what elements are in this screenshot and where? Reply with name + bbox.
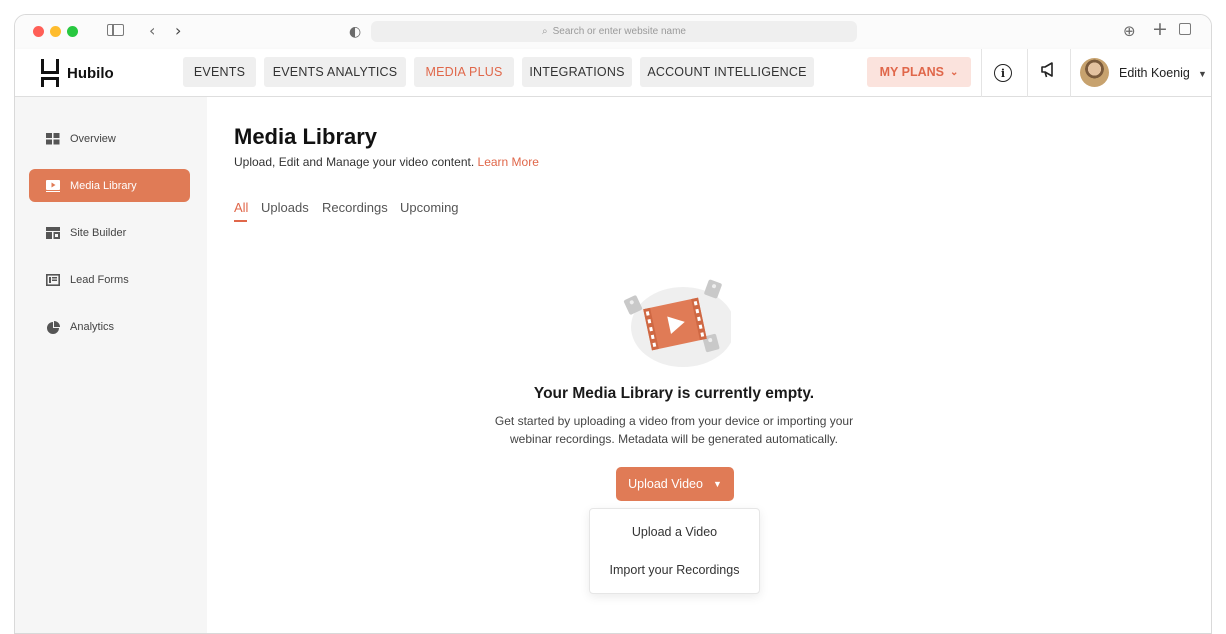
tab-uploads[interactable]: Uploads	[261, 200, 309, 215]
sidebar-item-media-library[interactable]: Media Library	[29, 169, 190, 202]
divider	[1070, 49, 1071, 97]
caret-down-icon: ▼	[712, 479, 722, 489]
sidebar-item-overview[interactable]: Overview	[29, 122, 190, 155]
tab-overview-icon[interactable]	[1179, 23, 1191, 35]
menu-item-import-recordings[interactable]: Import your Recordings	[590, 563, 759, 577]
caret-down-icon[interactable]: ▼	[1198, 69, 1207, 79]
my-plans-button[interactable]: MY PLANS ⌄	[867, 57, 971, 87]
empty-state-title: Your Media Library is currently empty.	[533, 385, 815, 402]
sidebar-item-lead-forms[interactable]: Lead Forms	[29, 263, 190, 296]
page-title: Media Library	[234, 124, 378, 149]
grid-icon	[46, 132, 60, 145]
zoom-window-button[interactable]	[67, 26, 78, 37]
empty-state-description-line: Get started by uploading a video from yo…	[494, 414, 854, 428]
tab-recordings[interactable]: Recordings	[322, 200, 388, 215]
upload-video-label: Upload Video	[628, 477, 703, 491]
search-icon: ⌕	[541, 26, 548, 37]
sidebar-item-label: Overview	[70, 132, 116, 145]
brand-logo[interactable]: Hubilo	[41, 59, 114, 87]
chevron-down-icon: ⌄	[949, 66, 959, 78]
nav-integrations[interactable]: INTEGRATIONS	[522, 57, 632, 87]
tab-all[interactable]: All	[234, 200, 248, 215]
avatar[interactable]	[1080, 58, 1109, 87]
menu-item-upload-a-video[interactable]: Upload a Video	[590, 525, 759, 539]
sidebar-toggle-icon[interactable]	[107, 24, 124, 36]
nav-events-analytics[interactable]: EVENTS ANALYTICS	[264, 57, 406, 87]
sidebar-item-label: Analytics	[70, 320, 115, 333]
divider	[1027, 49, 1028, 97]
info-icon[interactable]: i	[994, 64, 1012, 82]
megaphone-icon[interactable]	[1039, 61, 1057, 84]
left-sidebar: Overview Media Library Site Builder Lead…	[15, 97, 207, 633]
layout-icon	[46, 226, 60, 239]
pie-chart-icon	[46, 320, 60, 334]
brand-name: Hubilo	[67, 64, 114, 82]
sidebar-item-analytics[interactable]: Analytics	[29, 310, 190, 343]
learn-more-link[interactable]: Learn More	[478, 155, 539, 169]
upload-options-menu: Upload a Video Import your Recordings	[589, 508, 760, 594]
minimize-window-button[interactable]	[50, 26, 61, 37]
nav-account-intelligence[interactable]: ACCOUNT INTELLIGENCE	[640, 57, 814, 87]
browser-toolbar: ‹ › ◐ ⌕ Search or enter website name ⊕ +	[15, 15, 1211, 49]
new-tab-icon[interactable]: +	[1152, 19, 1168, 39]
privacy-shield-icon[interactable]: ◐	[349, 22, 361, 42]
sidebar-item-label: Lead Forms	[70, 273, 129, 286]
browser-window: ‹ › ◐ ⌕ Search or enter website name ⊕ +…	[14, 14, 1212, 634]
upload-video-button[interactable]: Upload Video ▼	[616, 467, 734, 501]
tab-upcoming[interactable]: Upcoming	[400, 200, 459, 215]
empty-state-description: Get started by uploading a video from yo…	[474, 412, 874, 448]
download-icon[interactable]: ⊕	[1123, 21, 1136, 41]
play-icon	[46, 179, 60, 192]
sidebar-item-label: Media Library	[70, 179, 137, 192]
close-window-button[interactable]	[33, 26, 44, 37]
active-tab-indicator	[234, 220, 247, 222]
divider	[981, 49, 982, 97]
form-icon	[46, 273, 60, 286]
sidebar-item-label: Site Builder	[70, 226, 127, 239]
app-top-nav: Hubilo EVENTS EVENTS ANALYTICS MEDIA PLU…	[15, 49, 1211, 97]
main-content: Media Library Upload, Edit and Manage yo…	[207, 97, 1211, 633]
my-plans-label: MY PLANS	[879, 65, 944, 79]
nav-events[interactable]: EVENTS	[183, 57, 256, 87]
user-name[interactable]: Edith Koenig	[1119, 66, 1190, 80]
page-subtitle-text: Upload, Edit and Manage your video conte…	[234, 155, 475, 169]
nav-media-plus[interactable]: MEDIA PLUS	[414, 57, 514, 87]
sidebar-item-site-builder[interactable]: Site Builder	[29, 216, 190, 249]
empty-state-description-line: webinar recordings. Metadata will be gen…	[510, 432, 838, 446]
empty-media-illustration	[611, 277, 735, 372]
hubilo-logo-icon	[41, 59, 61, 87]
forward-arrow-icon[interactable]: ›	[175, 21, 181, 41]
address-bar[interactable]: ⌕ Search or enter website name	[371, 21, 857, 42]
page-subtitle: Upload, Edit and Manage your video conte…	[234, 155, 539, 169]
address-bar-placeholder: Search or enter website name	[552, 26, 686, 37]
back-arrow-icon[interactable]: ‹	[149, 21, 155, 41]
